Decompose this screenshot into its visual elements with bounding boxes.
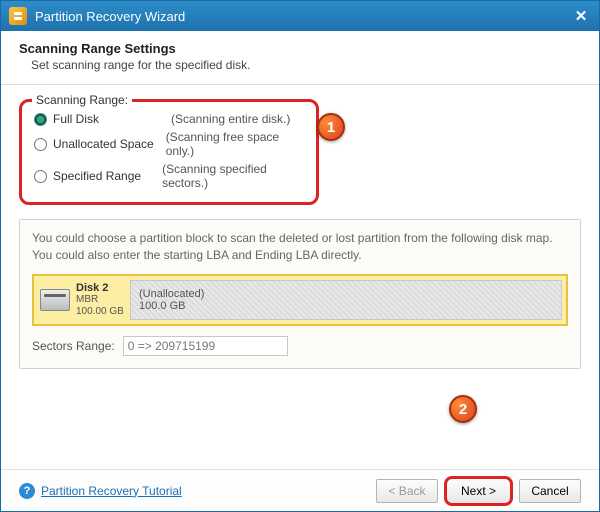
radio-specified-desc: (Scanning specified sectors.) <box>162 162 304 190</box>
wizard-content: Scanning Range: Full Disk (Scanning enti… <box>1 85 599 469</box>
disk-size: 100.00 GB <box>76 306 124 317</box>
next-button[interactable]: Next > <box>444 476 513 506</box>
scanning-range-group: Scanning Range: Full Disk (Scanning enti… <box>19 99 319 205</box>
radio-full-disk[interactable]: Full Disk (Scanning entire disk.) <box>34 112 304 126</box>
radio-unallocated-label: Unallocated Space <box>53 137 160 151</box>
disk-map: Disk 2 MBR 100.00 GB (Unallocated) 100.0… <box>32 274 568 326</box>
wizard-window: Partition Recovery Wizard ✕ Scanning Ran… <box>0 0 600 512</box>
disk-info: Disk 2 MBR 100.00 GB <box>34 276 130 324</box>
radio-unallocated[interactable]: Unallocated Space (Scanning free space o… <box>34 130 304 158</box>
block-label: (Unallocated) <box>139 288 561 300</box>
radio-full-disk-label: Full Disk <box>53 112 165 126</box>
disk-type: MBR <box>76 294 98 305</box>
disk-text: Disk 2 MBR 100.00 GB <box>76 282 124 318</box>
help-link[interactable]: Partition Recovery Tutorial <box>41 484 182 498</box>
partition-block-unallocated[interactable]: (Unallocated) 100.0 GB <box>130 280 562 320</box>
app-icon <box>9 7 27 25</box>
help-area: ? Partition Recovery Tutorial <box>19 483 370 499</box>
radio-specified[interactable]: Specified Range (Scanning specified sect… <box>34 162 304 190</box>
radio-full-disk-desc: (Scanning entire disk.) <box>171 112 290 126</box>
sectors-range-row: Sectors Range: <box>32 336 568 356</box>
radio-unallocated-input[interactable] <box>34 138 47 151</box>
disk-panel: You could choose a partition block to sc… <box>19 219 581 369</box>
radio-unallocated-desc: (Scanning free space only.) <box>166 130 304 158</box>
help-icon: ? <box>19 483 35 499</box>
scanning-range-legend: Scanning Range: <box>32 93 132 107</box>
wizard-footer: ? Partition Recovery Tutorial < Back Nex… <box>1 469 599 511</box>
disk-name: Disk 2 <box>76 282 108 294</box>
back-button[interactable]: < Back <box>376 479 438 503</box>
radio-full-disk-input[interactable] <box>34 113 47 126</box>
window-title: Partition Recovery Wizard <box>35 9 563 24</box>
disk-panel-hint: You could choose a partition block to sc… <box>32 230 568 264</box>
page-title: Scanning Range Settings <box>19 41 581 56</box>
disk-icon <box>40 289 70 311</box>
wizard-header: Scanning Range Settings Set scanning ran… <box>1 31 599 85</box>
block-size: 100.0 GB <box>139 300 561 312</box>
radio-specified-input[interactable] <box>34 170 47 183</box>
sectors-range-label: Sectors Range: <box>32 339 115 353</box>
callout-2: 2 <box>449 395 477 423</box>
cancel-button[interactable]: Cancel <box>519 479 581 503</box>
close-icon[interactable]: ✕ <box>571 6 591 26</box>
callout-1: 1 <box>317 113 345 141</box>
page-subtitle: Set scanning range for the specified dis… <box>19 58 581 72</box>
sectors-range-input[interactable] <box>123 336 288 356</box>
titlebar: Partition Recovery Wizard ✕ <box>1 1 599 31</box>
radio-specified-label: Specified Range <box>53 169 156 183</box>
